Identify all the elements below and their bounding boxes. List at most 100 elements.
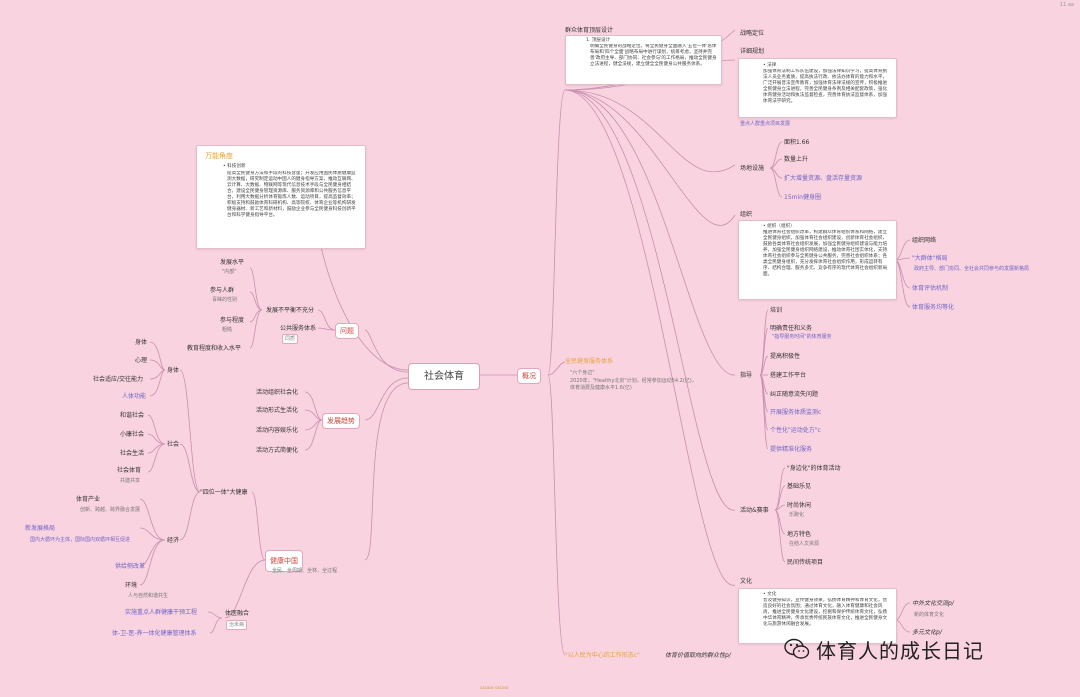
changdi-item-4[interactable]: 15min健身圈 bbox=[784, 194, 821, 202]
zhongdian-label[interactable]: 重点人群重点项目发展 bbox=[740, 120, 790, 128]
fazhan-item-2[interactable]: 活动形式生活化 bbox=[256, 407, 298, 415]
mindmap-canvas: 11 aa 社会体育 概况 问题 发展趋势 健康中国 全民、全周期、全林、全过程… bbox=[0, 0, 1080, 697]
jingji-chanye[interactable]: 体育产业 bbox=[76, 496, 100, 504]
jiankang-ti[interactable]: 体-卫-医-养一体化健康管理体系 bbox=[112, 630, 197, 638]
wenhua-label[interactable]: 文化 bbox=[740, 578, 752, 586]
changdi-item-1[interactable]: 面积1.66 bbox=[784, 139, 809, 147]
jiankang-tiyi[interactable]: 体医融合 bbox=[225, 610, 249, 618]
jiankang-jingji[interactable]: 经济 bbox=[167, 537, 179, 545]
zuzhi-wangluo[interactable]: 组织网络 bbox=[912, 237, 936, 245]
huodong-note-1: 乐跑化 bbox=[789, 512, 805, 518]
changdi-item-3[interactable]: 扩大增量资源、盘活存量资源 bbox=[784, 175, 862, 183]
shenti-item-1[interactable]: 身体 bbox=[135, 339, 147, 347]
card-wanneng-body: 提高全民健身方法和手段的科技含量；开发应用国民体质健康监测大数据，研究制定运动中… bbox=[227, 171, 356, 218]
card-wanneng-bullet: • 科技创新 bbox=[223, 164, 246, 169]
wenti-shuiping-note: "内部" bbox=[222, 269, 237, 275]
zhanlue-label[interactable]: 战略定位 bbox=[740, 30, 764, 38]
branch-wenti[interactable]: 问题 bbox=[335, 323, 359, 339]
shehui-item-3[interactable]: 社会生活 bbox=[120, 450, 144, 458]
card-xiangxi-body: 加强体育法制工作队伍建设，加强法律知识学习，提高体育执法人员业务素质，提高执法行… bbox=[763, 69, 888, 104]
fazhan-item-1[interactable]: 活动组织社会化 bbox=[256, 389, 298, 397]
jingji-chanye-note: 创新、跨越、跨界融合发展 bbox=[80, 507, 141, 513]
jingji-huanjing[interactable]: 环境 bbox=[125, 582, 137, 590]
wenhua-item-1[interactable]: 中外文化交流p/ bbox=[912, 600, 954, 608]
card-zuzhi-body: 推进体育社会组织改革，构建群众体育组织体系和网络，建立全民健身组织，加强体育社会… bbox=[763, 230, 888, 277]
watermark-text: 体育人的成长日记 bbox=[816, 638, 984, 663]
jiankang-sitiyiti[interactable]: "四位一体"大健康 bbox=[200, 489, 248, 497]
zuzhi-item-2[interactable]: 体育评估机制 bbox=[912, 285, 948, 293]
shenti-item-4[interactable]: 人体功能 bbox=[122, 393, 146, 401]
jingji-gongji[interactable]: 供给侧改革 bbox=[115, 563, 145, 571]
changdi-item-2[interactable]: 数量上升 bbox=[784, 156, 808, 164]
huodong-note-2: 在结人文资源 bbox=[789, 541, 820, 547]
watermark: 体育人的成长日记 bbox=[784, 634, 984, 664]
fazhan-item-4[interactable]: 活动方式简便化 bbox=[256, 447, 298, 455]
wenti-shuiping[interactable]: 发展水平 bbox=[220, 259, 244, 267]
huodong-item-4[interactable]: 地方特色 bbox=[787, 531, 811, 539]
corner-label: 11 aa bbox=[1059, 2, 1074, 8]
branch-fazhan[interactable]: 发展趋势 bbox=[322, 413, 360, 429]
wenti-chengdu[interactable]: 参与程度 bbox=[220, 317, 244, 325]
jiankang-shehui[interactable]: 社会 bbox=[167, 441, 179, 449]
wenti-chengdu-note: 粗糙 bbox=[222, 327, 233, 333]
jingji-xinfazhan-note: 国内大循环为主体，国际国内双循环相互促进 bbox=[30, 537, 131, 543]
zhidao-note: "指导服务时间"的体育服务 bbox=[772, 334, 832, 340]
card-xiangxi[interactable]: • 法律 加强体育法制工作队伍建设，加强法律知识学习，提高体育执法人员业务素质，… bbox=[738, 58, 897, 118]
shenti-item-3[interactable]: 社会适应/交往能力 bbox=[93, 376, 143, 384]
shehui-note: 共建共享 bbox=[120, 478, 141, 484]
wenti-canyu[interactable]: 参与人群 bbox=[210, 287, 234, 295]
zhidao-item-6[interactable]: 开展服务体质监测c bbox=[770, 409, 821, 417]
zhidao-item-8[interactable]: 提供精准化服务 bbox=[770, 446, 812, 454]
card-zuzhi[interactable]: • 组织（组织） 推进体育社会组织改革，构建群众体育组织体系和网络，建立全民健身… bbox=[738, 220, 897, 300]
qunzhong-line1: "六个身边" bbox=[570, 370, 595, 376]
shenti-item-2[interactable]: 心理 bbox=[135, 357, 147, 365]
zhidao-item-1[interactable]: 培训 bbox=[770, 307, 782, 315]
card-wanneng-title: 万能角度 bbox=[205, 152, 233, 160]
shehui-item-1[interactable]: 和谐社会 bbox=[120, 412, 144, 420]
branch-gaikuang[interactable]: 概况 bbox=[517, 368, 541, 384]
wenhua-note: 新的体育文化 bbox=[914, 612, 945, 618]
wenti-jiaoyu[interactable]: 教育程度和收入水平 bbox=[187, 345, 241, 353]
jiankang-shenti[interactable]: 身体 bbox=[167, 367, 179, 375]
huodong-label[interactable]: 活动&赛事 bbox=[740, 507, 769, 515]
zhidao-item-7[interactable]: 个性化"运动处方"c bbox=[770, 427, 821, 435]
wenti-gonggong-note: 同质 bbox=[282, 334, 299, 344]
huodong-item-3[interactable]: 时尚休闲 bbox=[787, 502, 811, 510]
card-top-title: 群众体育顶层设计 bbox=[565, 27, 614, 34]
card-wanneng[interactable]: 万能角度 • 科技创新 提高全民健身方法和手段的科技含量；开发应用国民体质健康监… bbox=[196, 145, 366, 249]
qunzhong-title[interactable]: 全民健身服务体系 bbox=[565, 358, 613, 366]
shehui-item-4[interactable]: 社会体育 bbox=[117, 467, 141, 475]
zhidao-item-5[interactable]: 纠正随意流失问题 bbox=[770, 391, 818, 399]
jiankang-note: 全民、全周期、全林、全过程 bbox=[272, 568, 338, 574]
huodong-item-2[interactable]: 基础乐见 bbox=[787, 483, 811, 491]
changdi-label[interactable]: 场地设施 bbox=[740, 165, 764, 173]
wenti-fazhan[interactable]: 发展不平衡不充分 bbox=[266, 307, 314, 315]
footer-note: sasasa sasasa bbox=[480, 685, 509, 690]
wenti-canyu-note: 青睐的性别 bbox=[212, 297, 238, 303]
qunzhong-bottom2[interactable]: 体育价值取向的群众性p/ bbox=[665, 652, 731, 660]
zuzhi-note: 政府主导、部门协同、全社会共同参与的发展新格局 bbox=[914, 266, 1030, 272]
fazhan-item-3[interactable]: 活动内容娱乐化 bbox=[256, 427, 298, 435]
root-node[interactable]: 社会体育 bbox=[408, 363, 480, 390]
jingji-xinfazhan[interactable]: 新发展格局 bbox=[25, 525, 55, 533]
zuzhi-label[interactable]: 组织 bbox=[740, 211, 752, 219]
zhidao-item-2[interactable]: 明确责任和义务 bbox=[770, 325, 812, 333]
zuzhi-item-1[interactable]: "大群体"格局 bbox=[912, 255, 948, 263]
jingji-huanjing-note: 人与自然和谐共生 bbox=[128, 593, 169, 599]
qunzhong-bottom[interactable]: "以人民为中心的工作形态c" bbox=[565, 652, 640, 660]
xiangxi-label[interactable]: 详细规划 bbox=[740, 48, 764, 56]
huodong-item-1[interactable]: "身边化"的体育活动 bbox=[787, 465, 841, 473]
zhidao-item-3[interactable]: 提高积极性 bbox=[770, 353, 800, 361]
card-top[interactable]: 1. 顶层设计 明确全民健身的战略定位，将全民健身全面融入'五位一体'总体布局和… bbox=[565, 35, 722, 85]
wechat-icon bbox=[784, 638, 810, 660]
huodong-item-5[interactable]: 民间传统项目 bbox=[787, 559, 823, 567]
card-top-body: 明确全民健身的战略定位，将全民健身全面融入'五位一体'总体布局和'四个全面'战略… bbox=[590, 44, 717, 67]
jiankang-tiyi-note: 治未病 bbox=[226, 620, 248, 630]
jiankang-shishi[interactable]: 实施重点人群健康干预工程 bbox=[125, 609, 197, 617]
zhidao-label[interactable]: 指导 bbox=[740, 372, 752, 380]
qunzhong-line2: 2020年，"Healthy北京"计划，经常参加运动54.2(亿)，体育消费及健… bbox=[570, 378, 697, 391]
zuzhi-item-3[interactable]: 体育服务均等化 bbox=[912, 304, 954, 312]
shehui-item-2[interactable]: 小康社会 bbox=[120, 431, 144, 439]
zhidao-item-4[interactable]: 搭建工作平台 bbox=[770, 372, 806, 380]
wenti-gonggong[interactable]: 公共服务体系 bbox=[280, 325, 316, 333]
